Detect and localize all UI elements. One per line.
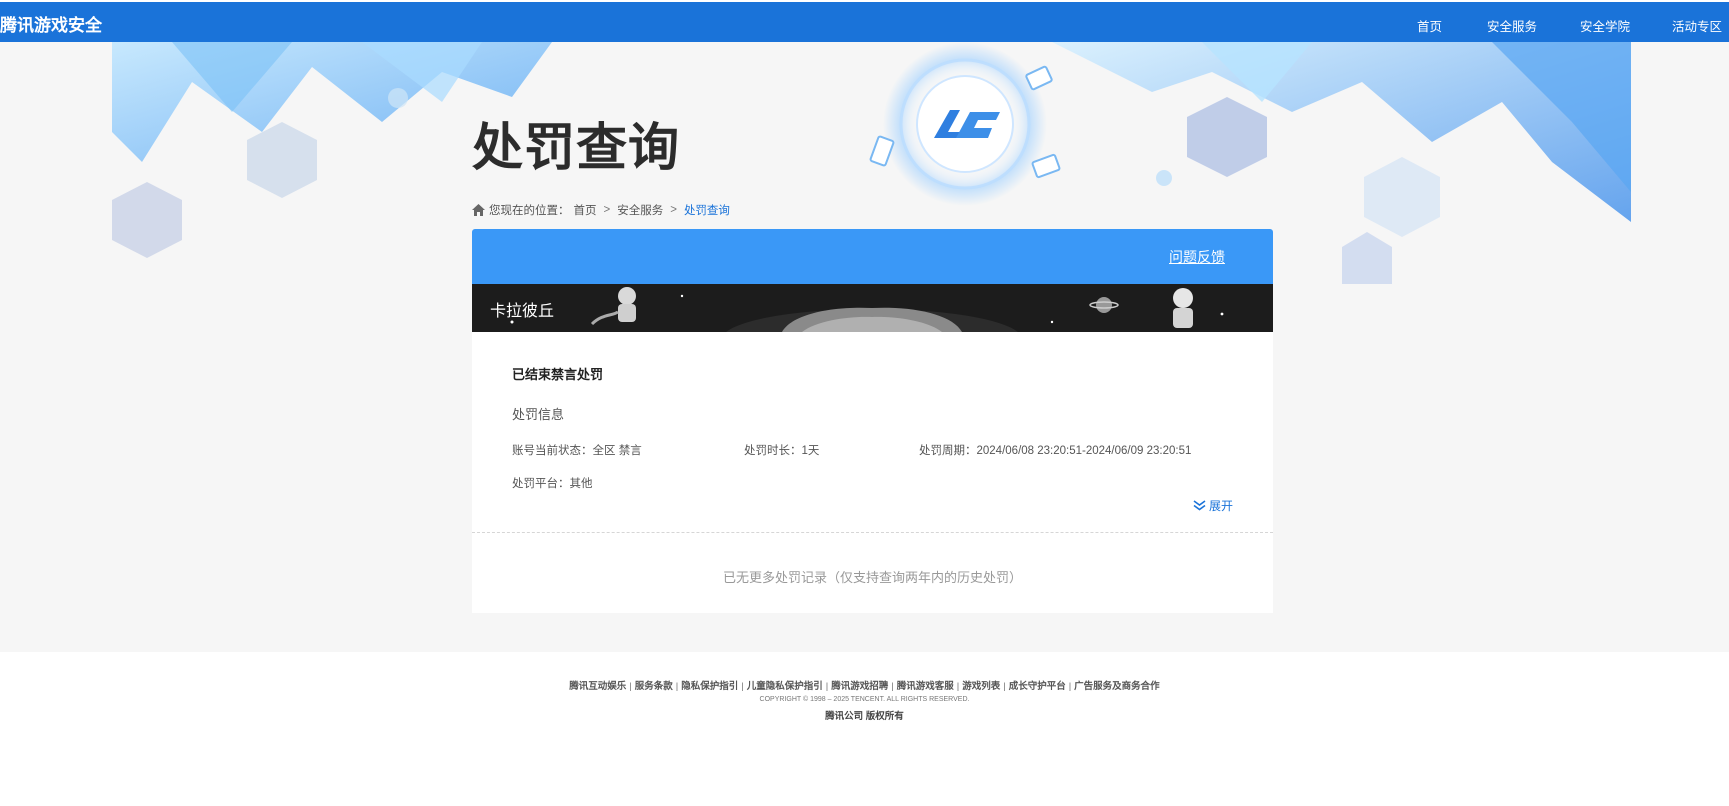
nav-item-home[interactable]: 首页 [1417, 16, 1442, 35]
company-rights: 腾讯公司 版权所有 [825, 711, 904, 722]
footer-link[interactable]: 腾讯游戏客服 [897, 681, 954, 692]
nav-item-security-services[interactable]: 安全服务 [1487, 16, 1537, 35]
record-status-title: 已结束禁言处罚 [512, 367, 604, 382]
game-banner: 卡拉彼丘 [472, 284, 1273, 332]
record-period: 处罚周期：2024/06/08 23:20:51-2024/06/09 23:2… [919, 445, 1192, 457]
record-duration: 处罚时长：1天 [744, 445, 820, 457]
chevron-double-down-icon [1193, 500, 1206, 511]
penalty-record: 已结束禁言处罚 处罚信息 账号当前状态：全区 禁言 处罚时长：1天 处罚周期：2… [472, 332, 1273, 533]
breadcrumb-home[interactable]: 首页 [574, 202, 597, 218]
feedback-link[interactable]: 问题反馈 [1169, 247, 1225, 267]
page-title: 处罚查询 [472, 119, 681, 178]
home-icon [472, 204, 485, 216]
footer-link[interactable]: 腾讯互动娱乐 [569, 681, 626, 692]
expand-button[interactable]: 展开 [1193, 497, 1233, 514]
no-more-records: 已无更多处罚记录（仅支持查询两年内的历史处罚） [472, 533, 1273, 613]
game-banner-art [472, 284, 1273, 332]
breadcrumb-separator: > [603, 204, 611, 216]
panel-header: 问题反馈 [472, 229, 1273, 284]
hero-section: 处罚查询 您现在的位置： 首页 > 安全服务 > 处罚查询 问题反馈 卡拉彼丘 … [0, 42, 1729, 652]
footer-link[interactable]: 成长守护平台 [1009, 681, 1066, 692]
footer-links: 腾讯互动娱乐 | 服务条款 | 隐私保护指引 | 儿童隐私保护指引 | 腾讯游戏招聘 | 腾讯游戏客… [569, 681, 1160, 692]
copyright: COPYRIGHT © 1998 – 2025 TENCENT. ALL RIG… [759, 696, 970, 703]
breadcrumb-current: 处罚查询 [683, 205, 730, 217]
brand-logo[interactable]: 腾讯游戏安全 [0, 11, 102, 36]
breadcrumb: 您现在的位置： 首页 > 安全服务 > 处罚查询 [472, 202, 730, 218]
nav-item-security-academy[interactable]: 安全学院 [1580, 16, 1630, 35]
nav-item-events[interactable]: 活动专区 [1672, 16, 1722, 35]
penalty-panel: 问题反馈 卡拉彼丘 已结束禁言处罚 处罚信息 账号当前状态：全区 禁言 处罚时长… [472, 229, 1273, 613]
expand-label: 展开 [1208, 499, 1233, 513]
footer-link[interactable]: 广告服务及商务合作 [1074, 681, 1160, 692]
ace-logo-emblem [934, 110, 1000, 138]
footer-link[interactable]: 儿童隐私保护指引 [747, 681, 823, 692]
record-platform: 处罚平台：其他 [512, 478, 593, 490]
footer: 腾讯互动娱乐 | 服务条款 | 隐私保护指引 | 儿童隐私保护指引 | 腾讯游戏招聘 | 腾讯游戏客… [0, 652, 1729, 722]
record-account-status: 账号当前状态：全区 禁言 [512, 445, 642, 457]
game-name: 卡拉彼丘 [490, 303, 555, 320]
record-section-label: 处罚信息 [512, 407, 565, 422]
footer-link[interactable]: 服务条款 [635, 681, 673, 692]
footer-link[interactable]: 游戏列表 [962, 681, 1000, 692]
breadcrumb-prefix: 您现在的位置： [489, 205, 570, 217]
footer-link[interactable]: 腾讯游戏招聘 [831, 681, 888, 692]
top-navbar: 腾讯游戏安全 首页 安全服务 安全学院 活动专区 [0, 0, 1729, 42]
breadcrumb-separator: > [670, 204, 677, 216]
footer-link[interactable]: 隐私保护指引 [681, 681, 738, 692]
breadcrumb-security-services[interactable]: 安全服务 [617, 202, 663, 218]
